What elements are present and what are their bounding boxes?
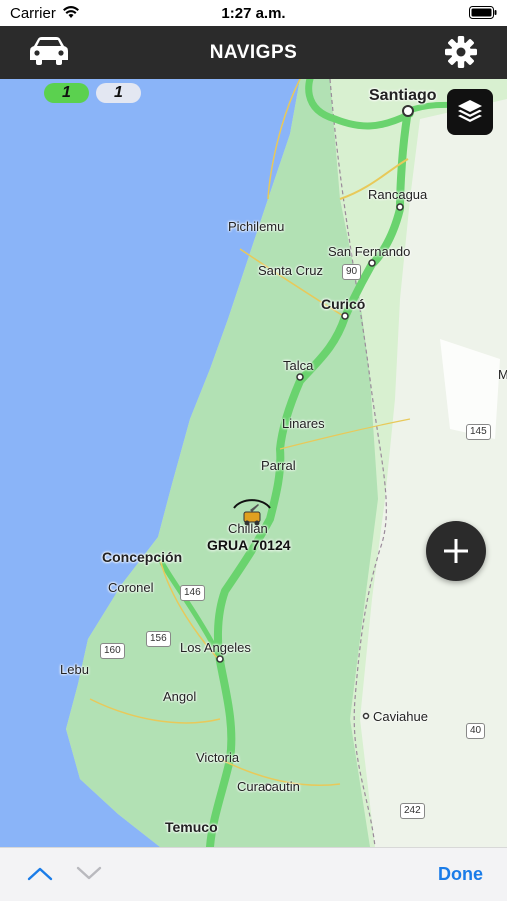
map-view[interactable]: 1 1 Santiago Rancagua Pichilemu San Fern… xyxy=(0,79,507,847)
city-temuco: Temuco xyxy=(165,819,218,835)
city-rancagua: Rancagua xyxy=(368,187,428,202)
city-los-angeles: Los Angeles xyxy=(180,640,251,655)
active-vehicles-count[interactable]: 1 xyxy=(44,83,89,103)
route-shield-146: 146 xyxy=(180,585,205,601)
city-concepcion: Concepción xyxy=(102,549,183,565)
route-shield-40: 40 xyxy=(466,723,486,739)
vehicle-label: GRUA 70124 xyxy=(207,537,291,553)
vehicle-marker[interactable] xyxy=(228,496,276,532)
status-bar: Carrier 1:27 a.m. xyxy=(0,0,507,26)
previous-button[interactable] xyxy=(26,862,54,884)
navigation-bar: NAVIGPS xyxy=(0,26,507,79)
city-parral: Parral xyxy=(261,458,296,473)
route-shield-242: 242 xyxy=(400,803,425,819)
city-talca: Talca xyxy=(283,358,314,373)
settings-button[interactable] xyxy=(443,34,479,70)
battery-icon xyxy=(469,6,497,23)
add-button[interactable] xyxy=(426,521,486,581)
city-curacautin: Curacautin xyxy=(237,779,300,794)
chevron-down-icon xyxy=(76,866,102,880)
city-m: M xyxy=(498,367,507,382)
total-vehicles-count[interactable]: 1 xyxy=(96,83,141,103)
layers-icon xyxy=(458,100,482,122)
route-shield-90: 90 xyxy=(342,264,362,280)
bottom-toolbar: Done xyxy=(0,847,507,901)
city-san-fernando: San Fernando xyxy=(328,244,411,259)
next-button[interactable] xyxy=(75,862,103,884)
city-coronel: Coronel xyxy=(108,580,154,595)
page-title: NAVIGPS xyxy=(209,42,298,63)
route-shield-145: 145 xyxy=(466,424,491,440)
tow-truck-icon xyxy=(233,499,271,526)
plus-icon xyxy=(444,539,468,563)
gear-icon xyxy=(445,36,477,68)
city-curico: Curicó xyxy=(321,296,366,312)
city-angol: Angol xyxy=(163,689,197,704)
city-caviahue: Caviahue xyxy=(373,709,428,724)
chevron-up-icon xyxy=(27,867,53,881)
city-victoria: Victoria xyxy=(196,750,240,765)
city-santa-cruz: Santa Cruz xyxy=(258,263,324,278)
city-lebu: Lebu xyxy=(60,662,89,677)
layers-button[interactable] xyxy=(447,89,493,135)
done-button[interactable]: Done xyxy=(438,864,483,885)
city-linares: Linares xyxy=(282,416,325,431)
status-time: 1:27 a.m. xyxy=(221,5,286,22)
city-pichilemu: Pichilemu xyxy=(228,219,285,234)
city-santiago: Santiago xyxy=(369,87,437,104)
map-terrain xyxy=(66,79,507,847)
route-shield-160: 160 xyxy=(100,643,125,659)
route-shield-156: 156 xyxy=(146,631,171,647)
